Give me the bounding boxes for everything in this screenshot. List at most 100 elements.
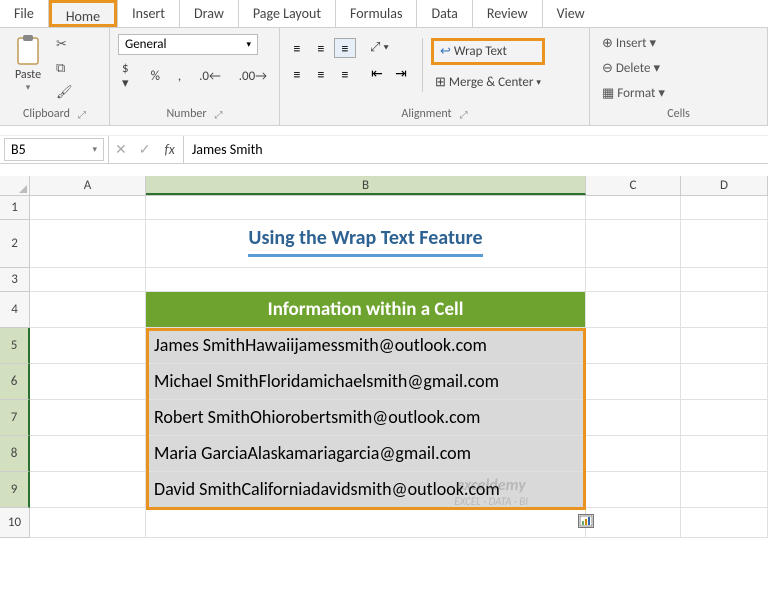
row-header[interactable]: 4 [0,292,30,328]
cell[interactable] [30,328,146,364]
tab-review[interactable]: Review [473,0,542,27]
cell[interactable] [30,292,146,328]
col-header-c[interactable]: C [586,176,681,195]
cell[interactable] [681,508,768,538]
copy-icon[interactable]: ⧉ [56,61,73,76]
wrap-text-button[interactable]: ↩ Wrap Text [431,38,545,65]
currency-button[interactable]: $ ▾ [118,59,137,93]
row-header[interactable]: 1 [0,196,30,220]
increase-decimal-button[interactable]: .0← [195,59,225,93]
comma-button[interactable]: , [174,59,185,93]
cell[interactable] [681,364,768,400]
tab-draw[interactable]: Draw [180,0,238,27]
cut-icon[interactable]: ✂ [56,37,73,52]
cell[interactable] [586,436,681,472]
col-header-d[interactable]: D [681,176,768,195]
fx-icon[interactable]: fx [156,141,182,158]
increase-indent-button[interactable]: ⇥ [390,63,412,83]
format-painter-icon[interactable]: 🖌 [56,85,73,100]
align-middle-button[interactable]: ≡ [310,38,332,58]
cell[interactable] [30,436,146,472]
cell[interactable] [30,196,146,220]
align-center-button[interactable]: ≡ [310,64,332,84]
row-header[interactable]: 10 [0,508,30,538]
cell[interactable] [30,220,146,268]
cell[interactable] [681,328,768,364]
orientation-button[interactable]: ⤢ ▾ [366,38,412,57]
dialog-launcher-icon[interactable]: ⤢ [460,108,468,121]
align-left-button[interactable]: ≡ [286,64,308,84]
dialog-launcher-icon[interactable]: ⤢ [215,108,223,121]
row-header[interactable]: 7 [0,400,30,436]
quick-analysis-icon[interactable] [578,514,594,528]
cell[interactable] [146,268,586,292]
row-header[interactable]: 3 [0,268,30,292]
cell[interactable] [586,268,681,292]
cell[interactable] [586,292,681,328]
cancel-icon[interactable]: ✕ [109,141,133,158]
cell-data[interactable]: James SmithHawaiijamessmith@outlook.com [146,328,586,364]
cell-table-header[interactable]: Information within a Cell [146,292,586,328]
cell[interactable] [586,220,681,268]
tab-file[interactable]: File [0,0,48,27]
paste-button[interactable]: Paste ▾ [6,32,50,105]
cell[interactable] [586,328,681,364]
format-cells-button[interactable]: ▦Format ▾ [598,84,669,103]
cell[interactable] [146,508,586,538]
cell[interactable] [30,364,146,400]
cell[interactable] [30,268,146,292]
number-format-dropdown[interactable]: General ▾ [118,34,258,55]
tab-home[interactable]: Home [49,0,117,27]
cell[interactable] [681,400,768,436]
align-bottom-button[interactable]: ≡ [334,38,356,58]
align-top-button[interactable]: ≡ [286,38,308,58]
cell[interactable] [681,292,768,328]
row-header[interactable]: 8 [0,436,30,472]
name-box[interactable]: B5 ▾ [4,138,104,161]
cell[interactable] [30,400,146,436]
select-all-button[interactable] [0,176,30,196]
cell[interactable] [586,196,681,220]
wrap-text-icon: ↩ [440,44,451,59]
row-header[interactable]: 9 [0,472,30,508]
cell-data[interactable]: Michael SmithFloridamichaelsmith@gmail.c… [146,364,586,400]
cell[interactable] [586,472,681,508]
formula-input[interactable]: James Smith [184,139,768,160]
insert-cells-button[interactable]: ⊕Insert ▾ [598,34,669,53]
tab-insert[interactable]: Insert [118,0,179,27]
tab-page-layout[interactable]: Page Layout [239,0,335,27]
ribbon: Paste ▾ ✂ ⧉ 🖌 Clipboard⤢ General ▾ $ ▾ % [0,28,768,126]
align-right-button[interactable]: ≡ [334,64,356,84]
cell-data[interactable]: Maria GarciaAlaskamariagarcia@gmail.com [146,436,586,472]
chevron-down-icon: ▾ [26,82,31,93]
dialog-launcher-icon[interactable]: ⤢ [78,108,86,121]
cell-data[interactable]: Robert SmithOhiorobertsmith@outlook.com [146,400,586,436]
decrease-indent-button[interactable]: ⇤ [366,63,388,83]
cell-title[interactable]: Using the Wrap Text Feature [146,220,586,268]
cell[interactable] [681,196,768,220]
cell[interactable] [586,400,681,436]
tab-formulas[interactable]: Formulas [336,0,416,27]
row-header[interactable]: 6 [0,364,30,400]
row-header[interactable]: 2 [0,220,30,268]
percent-button[interactable]: % [147,59,164,93]
tab-data[interactable]: Data [417,0,471,27]
delete-cells-button[interactable]: ⊖Delete ▾ [598,59,669,78]
cell[interactable] [30,472,146,508]
cell[interactable] [30,508,146,538]
cell[interactable] [681,268,768,292]
cell[interactable] [681,472,768,508]
cell[interactable] [586,508,681,538]
cell[interactable] [681,436,768,472]
cell[interactable] [146,196,586,220]
col-header-b[interactable]: B [146,176,586,195]
enter-icon[interactable]: ✓ [133,141,157,158]
merge-center-button[interactable]: ⊞ Merge & Center ▾ [431,73,545,92]
col-header-a[interactable]: A [30,176,146,195]
row-header[interactable]: 5 [0,328,30,364]
decrease-decimal-button[interactable]: .00→ [235,59,271,93]
tab-view[interactable]: View [543,0,599,27]
merge-icon: ⊞ [435,75,446,90]
cell[interactable] [681,220,768,268]
cell[interactable] [586,364,681,400]
